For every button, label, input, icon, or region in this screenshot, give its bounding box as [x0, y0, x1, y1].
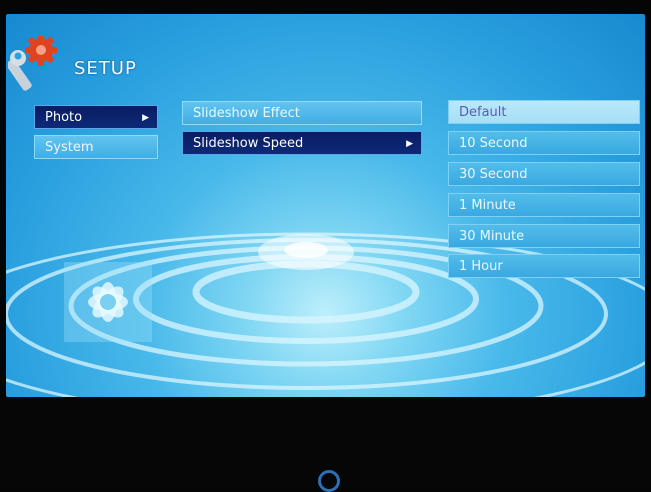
speed-option-1-minute[interactable]: 1 Minute — [448, 193, 640, 217]
photo-frame-screen: SETUP Photo ▶ System Slideshow Effect Sl… — [6, 14, 645, 397]
setup-header: SETUP — [6, 36, 206, 96]
speed-option-30-minute[interactable]: 30 Minute — [448, 224, 640, 248]
arrow-right-icon: ▶ — [406, 139, 413, 149]
category-system-label: System — [45, 140, 94, 155]
slideshow-speed-label: Slideshow Speed — [193, 136, 304, 151]
page-title: SETUP — [74, 58, 137, 79]
speed-option-label: 30 Minute — [459, 229, 525, 244]
speed-option-label: 10 Second — [459, 136, 528, 151]
slideshow-effect-item[interactable]: Slideshow Effect — [182, 101, 422, 125]
speed-option-30-second[interactable]: 30 Second — [448, 162, 640, 186]
category-system[interactable]: System — [34, 135, 158, 159]
speed-option-label: Default — [459, 105, 507, 120]
power-led-icon[interactable] — [318, 470, 340, 492]
speed-option-10-second[interactable]: 10 Second — [448, 131, 640, 155]
category-photo[interactable]: Photo ▶ — [34, 105, 158, 129]
speed-option-default[interactable]: Default — [448, 100, 640, 124]
category-photo-label: Photo — [45, 110, 83, 125]
slideshow-effect-label: Slideshow Effect — [193, 106, 300, 121]
speed-option-1-hour[interactable]: 1 Hour — [448, 254, 640, 278]
slideshow-speed-item[interactable]: Slideshow Speed ▶ — [182, 131, 422, 155]
arrow-right-icon: ▶ — [142, 113, 149, 123]
flower-icon — [64, 262, 152, 342]
speed-option-label: 1 Minute — [459, 198, 516, 213]
wrench-gear-icon — [8, 36, 57, 91]
speed-option-label: 30 Second — [459, 167, 528, 182]
speed-option-label: 1 Hour — [459, 259, 503, 274]
